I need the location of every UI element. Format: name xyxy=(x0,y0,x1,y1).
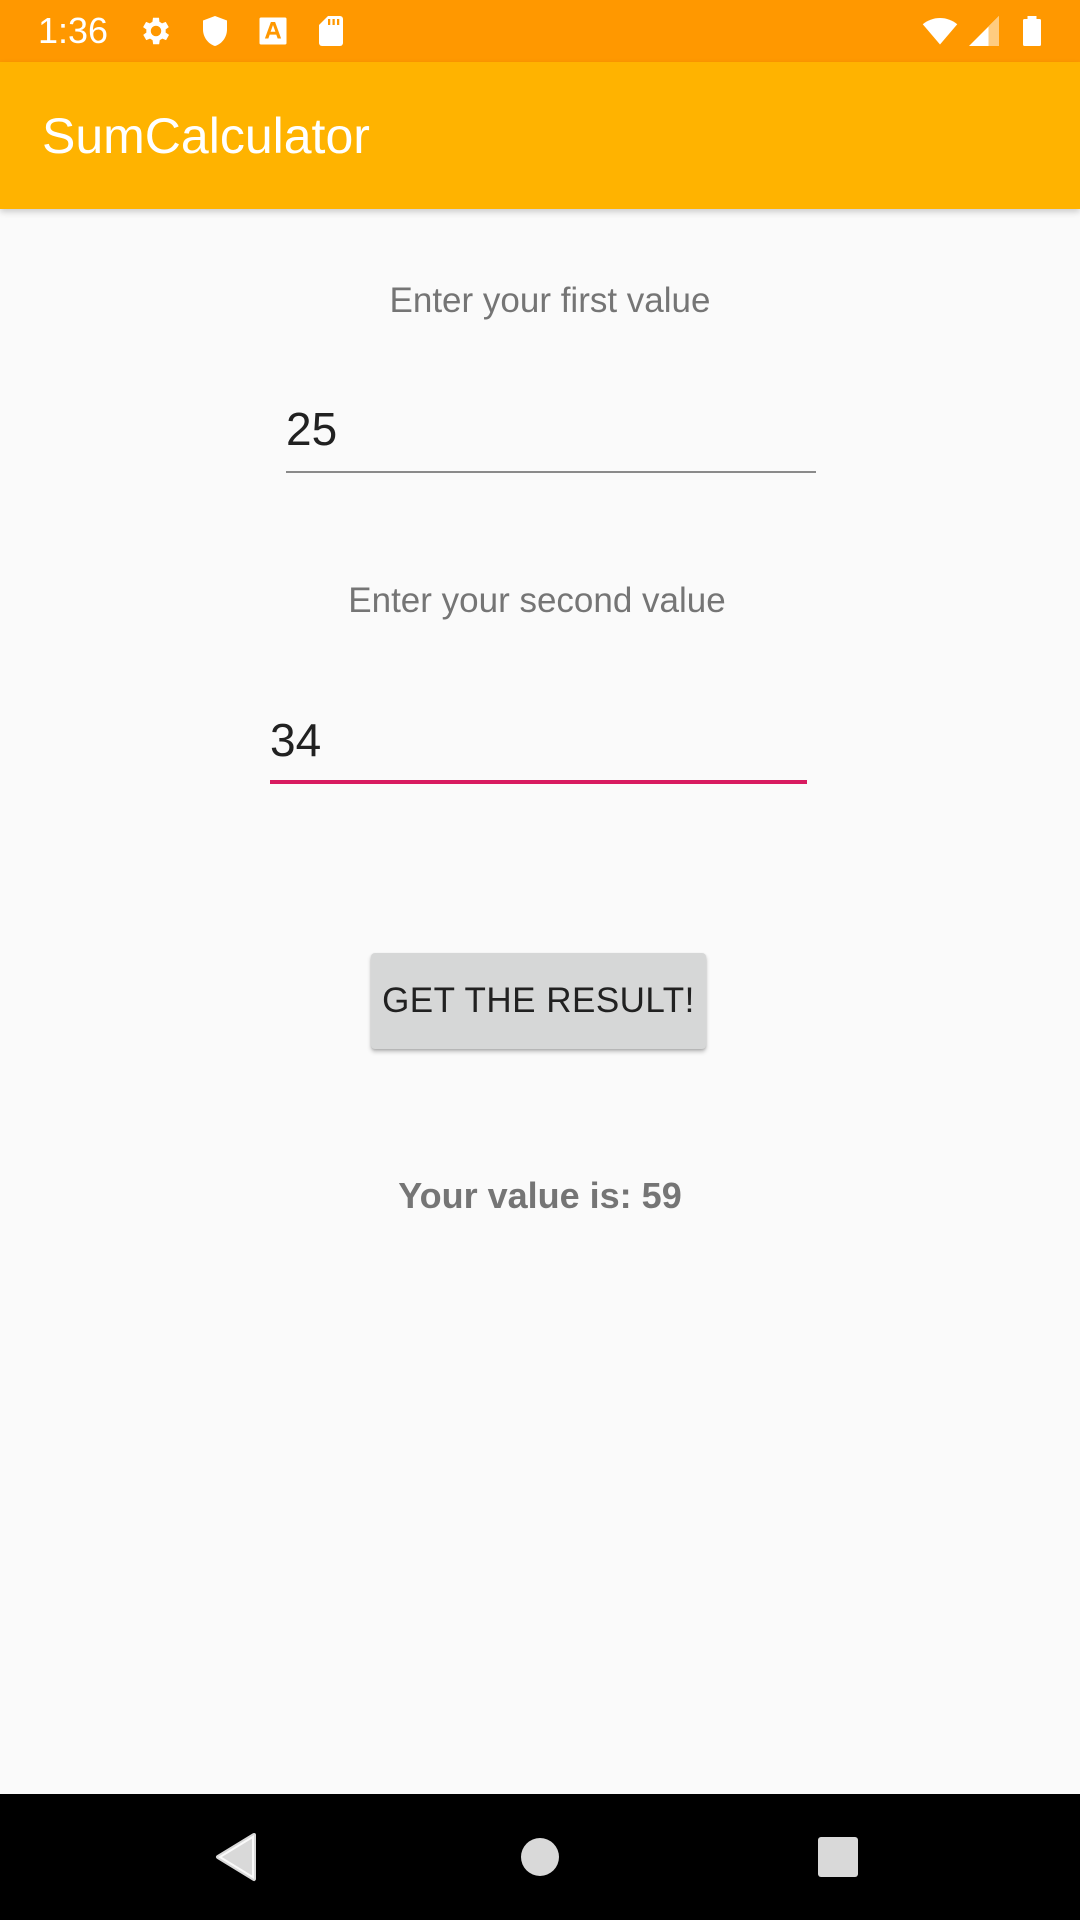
battery-icon xyxy=(1014,13,1050,49)
first-value-label: Enter your first value xyxy=(389,281,711,320)
status-time: 1:36 xyxy=(38,10,109,51)
first-value-underline xyxy=(286,471,816,473)
second-value-underline xyxy=(270,780,807,784)
shield-icon xyxy=(197,13,233,49)
wifi-icon xyxy=(922,13,958,49)
first-value-input[interactable] xyxy=(286,394,816,464)
app-bar: SumCalculator xyxy=(0,62,1080,209)
second-value-field[interactable] xyxy=(270,705,807,784)
screen: 1:36 SumCalculator Enter your first valu… xyxy=(0,0,1080,1920)
home-icon[interactable] xyxy=(510,1827,570,1887)
second-value-input[interactable] xyxy=(270,705,807,775)
settings-icon xyxy=(138,13,174,49)
sd-card-icon xyxy=(313,13,349,49)
first-value-field[interactable] xyxy=(286,394,816,473)
result-text: Your value is: 59 xyxy=(398,1175,682,1216)
back-icon[interactable] xyxy=(208,1827,268,1887)
app-title: SumCalculator xyxy=(42,108,370,164)
navigation-bar xyxy=(0,1794,1080,1920)
recents-icon[interactable] xyxy=(808,1827,868,1887)
cell-signal-icon xyxy=(966,13,1002,49)
second-value-label: Enter your second value xyxy=(348,581,726,620)
get-result-button[interactable]: GET THE RESULT! xyxy=(371,953,706,1049)
font-a-icon xyxy=(255,13,291,49)
status-bar: 1:36 xyxy=(0,0,1080,62)
